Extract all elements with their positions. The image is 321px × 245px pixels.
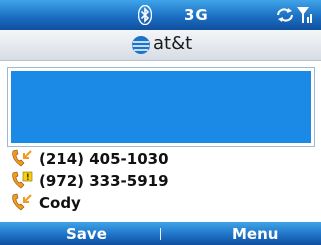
call-entry-label: Cody	[39, 194, 81, 212]
missed-call-icon	[12, 171, 33, 189]
carrier-banner: at&t	[0, 30, 321, 61]
call-entry-label: (214) 405-1030	[39, 150, 169, 168]
call-list-item[interactable]: Cody	[0, 192, 321, 214]
phone-screen: 3G at&t (214) 405-1030 (972) 333-5919 Co…	[0, 0, 321, 245]
bluetooth-icon	[138, 5, 152, 25]
status-bar: 3G	[0, 0, 321, 30]
menu-softkey[interactable]: Menu	[232, 225, 278, 243]
call-entry-label: (972) 333-5919	[39, 172, 169, 190]
dial-input-field[interactable]	[7, 67, 315, 147]
softkey-bar: Save Menu	[0, 222, 321, 245]
softkey-divider	[160, 228, 161, 240]
save-softkey[interactable]: Save	[66, 225, 107, 243]
carrier-name: at&t	[153, 33, 193, 54]
call-list-item[interactable]: (972) 333-5919	[0, 170, 321, 192]
signal-strength-icon	[297, 7, 312, 23]
data-connection-icon	[277, 8, 293, 22]
incoming-call-icon	[12, 193, 32, 211]
network-type: 3G	[184, 6, 209, 24]
incoming-call-icon	[12, 149, 32, 167]
call-list-item[interactable]: (214) 405-1030	[0, 148, 321, 170]
att-globe-icon	[132, 36, 150, 54]
